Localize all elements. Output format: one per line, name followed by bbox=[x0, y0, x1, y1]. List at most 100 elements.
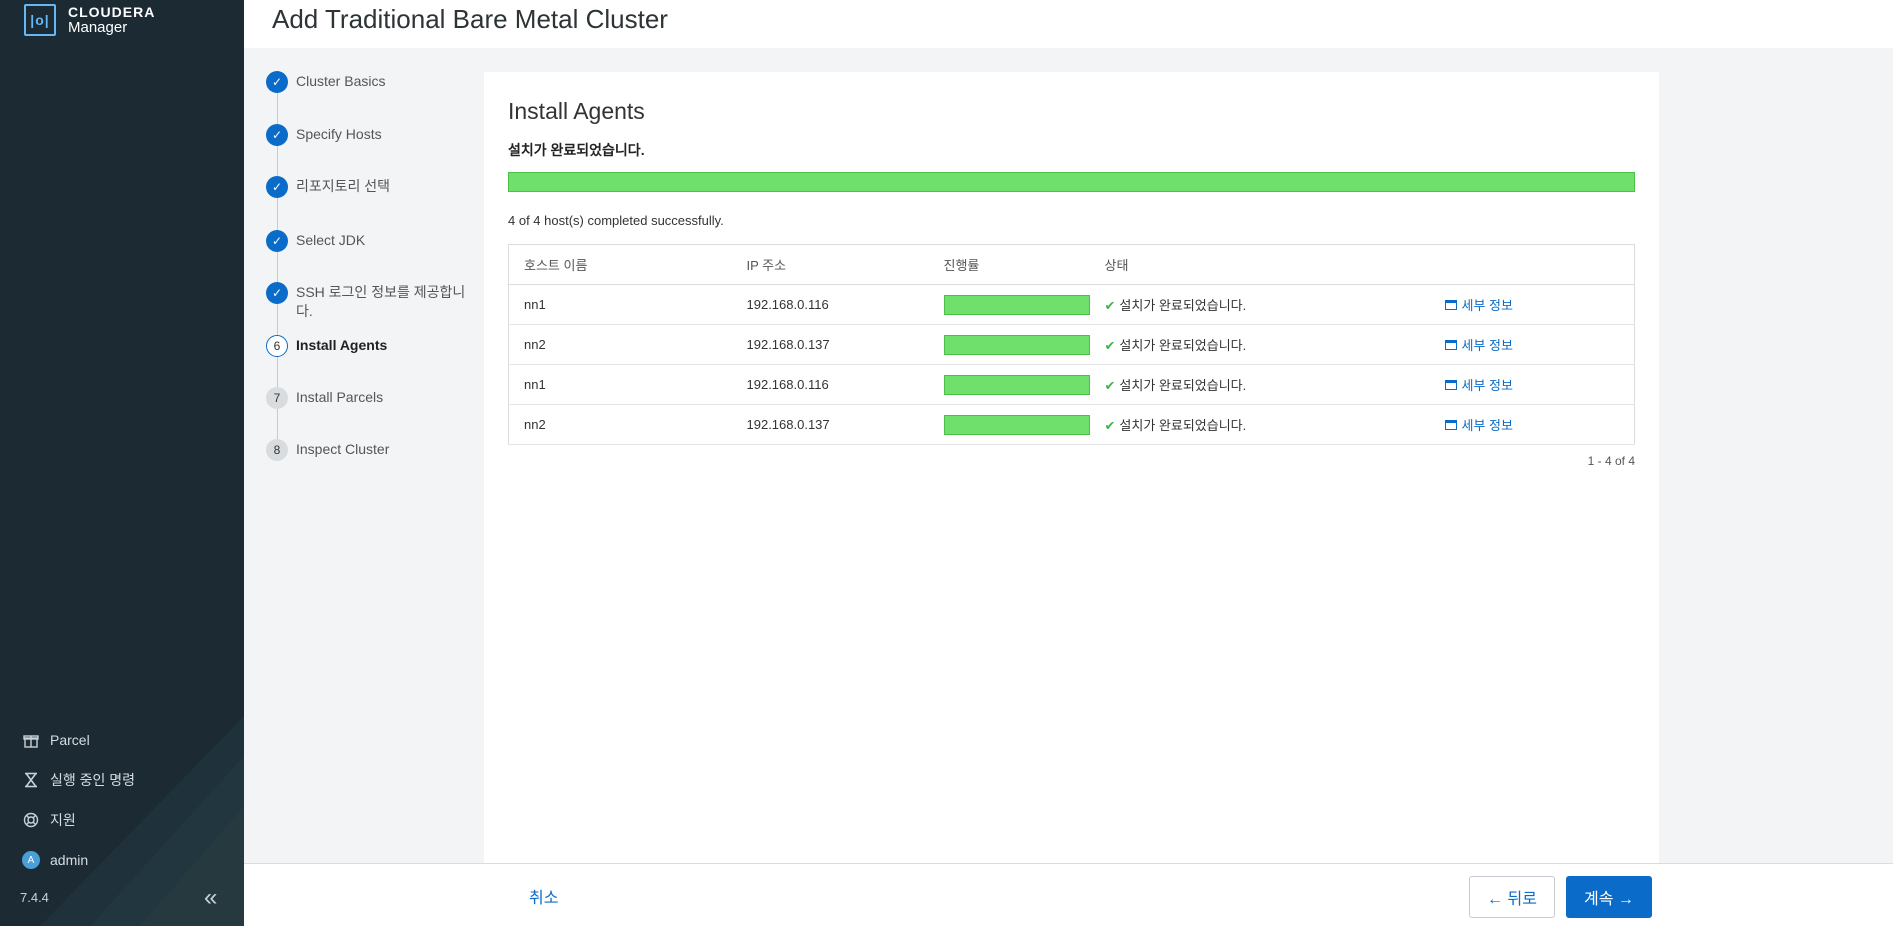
sidebar-item-admin[interactable]: A admin bbox=[0, 840, 244, 880]
details-label: 세부 정보 bbox=[1461, 338, 1513, 353]
row-progress-bar bbox=[943, 334, 1090, 355]
sidebar-item-label: 지원 bbox=[50, 812, 76, 828]
column-header bbox=[1429, 244, 1635, 285]
status-text: 설치가 완료되었습니다. bbox=[1119, 298, 1247, 313]
step-number: 6 bbox=[266, 335, 288, 357]
row-progress-bar bbox=[943, 414, 1090, 435]
host-status: ✔ 설치가 완료되었습니다. bbox=[1089, 284, 1430, 325]
step-repository[interactable]: ✓ 리포지토리 선택 bbox=[266, 176, 390, 198]
host-progress bbox=[928, 404, 1090, 445]
version-label: 7.4.4 bbox=[20, 890, 49, 905]
status-text: 설치가 완료되었습니다. bbox=[1119, 378, 1247, 393]
column-header[interactable]: IP 주소 bbox=[731, 244, 929, 285]
step-label: Select JDK bbox=[296, 232, 366, 248]
completion-summary: 4 of 4 host(s) completed successfully. bbox=[508, 213, 724, 228]
lifebuoy-icon bbox=[22, 811, 40, 829]
step-label: Inspect Cluster bbox=[296, 441, 390, 457]
wizard-footer: 취소 ← 뒤로 계속 → bbox=[244, 863, 1893, 926]
host-name: nn2 bbox=[508, 324, 732, 365]
cloudera-logo[interactable]: |o| CLOUDERA Manager bbox=[24, 4, 155, 36]
host-progress bbox=[928, 364, 1090, 405]
check-icon: ✓ bbox=[266, 230, 288, 252]
overall-progress-bar bbox=[508, 172, 1635, 192]
detail-cell: 세부 정보 bbox=[1429, 324, 1635, 365]
pagination-summary: 1 - 4 of 4 bbox=[1587, 454, 1635, 468]
check-icon: ✔ bbox=[1104, 378, 1116, 393]
details-link[interactable]: 세부 정보 bbox=[1444, 375, 1513, 394]
back-button[interactable]: ← 뒤로 bbox=[1469, 876, 1555, 918]
step-label: Install Agents bbox=[296, 337, 388, 353]
table-header-row: 호스트 이름 IP 주소 진행률 상태 bbox=[508, 244, 1635, 285]
host-name: nn1 bbox=[508, 364, 732, 405]
details-link[interactable]: 세부 정보 bbox=[1444, 335, 1513, 354]
host-ip: 192.168.0.116 bbox=[731, 364, 929, 405]
host-status: ✔ 설치가 완료되었습니다. bbox=[1089, 404, 1430, 445]
details-label: 세부 정보 bbox=[1461, 298, 1513, 313]
logo-mark-icon: |o| bbox=[24, 4, 56, 36]
window-icon bbox=[1444, 379, 1457, 390]
step-number: 8 bbox=[266, 439, 288, 461]
table-row: nn1 192.168.0.116 ✔ 설치가 완료되었습니다. 세부 정보 bbox=[508, 364, 1635, 405]
details-label: 세부 정보 bbox=[1461, 378, 1513, 393]
host-progress bbox=[928, 324, 1090, 365]
table-row: nn1 192.168.0.116 ✔ 설치가 완료되었습니다. 세부 정보 bbox=[508, 284, 1635, 325]
host-ip: 192.168.0.116 bbox=[731, 284, 929, 325]
sidebar-item-running-commands[interactable]: 실행 중인 명령 bbox=[0, 760, 244, 800]
check-icon: ✔ bbox=[1104, 338, 1116, 353]
host-name: nn2 bbox=[508, 404, 732, 445]
step-ssh-login[interactable]: ✓ SSH 로그인 정보를 제공합니다. bbox=[266, 282, 476, 321]
page-title: Add Traditional Bare Metal Cluster bbox=[272, 4, 668, 34]
app-root: |o| CLOUDERA Manager Parcel 실행 중인 명령 지원 … bbox=[0, 0, 1893, 926]
sidebar: |o| CLOUDERA Manager Parcel 실행 중인 명령 지원 … bbox=[0, 0, 244, 926]
status-text: 설치가 완료되었습니다. bbox=[1119, 338, 1247, 353]
status-text: 설치가 완료되었습니다. bbox=[1119, 418, 1247, 433]
step-label: Cluster Basics bbox=[296, 73, 386, 89]
step-label: 리포지토리 선택 bbox=[296, 178, 391, 194]
check-icon: ✔ bbox=[1104, 298, 1116, 313]
sidebar-item-label: Parcel bbox=[50, 732, 90, 748]
step-cluster-basics[interactable]: ✓ Cluster Basics bbox=[266, 71, 385, 93]
logo-text: CLOUDERA Manager bbox=[68, 4, 155, 36]
step-specify-hosts[interactable]: ✓ Specify Hosts bbox=[266, 124, 382, 146]
window-icon bbox=[1444, 299, 1457, 310]
check-icon: ✓ bbox=[266, 176, 288, 198]
table-row: nn2 192.168.0.137 ✔ 설치가 완료되었습니다. 세부 정보 bbox=[508, 324, 1635, 365]
logo-brand: CLOUDERA bbox=[68, 4, 156, 20]
details-link[interactable]: 세부 정보 bbox=[1444, 415, 1513, 434]
step-inspect-cluster: 8 Inspect Cluster bbox=[266, 439, 389, 461]
logo-product: Manager bbox=[68, 19, 128, 36]
cancel-link[interactable]: 취소 bbox=[529, 884, 558, 908]
check-icon: ✓ bbox=[266, 282, 288, 304]
collapse-sidebar-icon[interactable]: « bbox=[204, 884, 217, 912]
column-header[interactable]: 진행률 bbox=[928, 244, 1090, 285]
table-row: nn2 192.168.0.137 ✔ 설치가 완료되었습니다. 세부 정보 bbox=[508, 404, 1635, 445]
check-icon: ✓ bbox=[266, 71, 288, 93]
step-install-parcels: 7 Install Parcels bbox=[266, 387, 383, 409]
continue-button[interactable]: 계속 → bbox=[1566, 876, 1652, 918]
install-status: 설치가 완료되었습니다. bbox=[508, 142, 645, 158]
sidebar-item-support[interactable]: 지원 bbox=[0, 800, 244, 840]
step-number: 7 bbox=[266, 387, 288, 409]
host-name: nn1 bbox=[508, 284, 732, 325]
step-label: Specify Hosts bbox=[296, 126, 382, 142]
host-status: ✔ 설치가 완료되었습니다. bbox=[1089, 364, 1430, 405]
column-header[interactable]: 호스트 이름 bbox=[508, 244, 732, 285]
step-label: Install Parcels bbox=[296, 389, 384, 405]
page-header: Add Traditional Bare Metal Cluster bbox=[244, 0, 1893, 48]
host-ip: 192.168.0.137 bbox=[731, 324, 929, 365]
section-title: Install Agents bbox=[508, 98, 645, 124]
check-icon: ✔ bbox=[1104, 418, 1116, 433]
install-agents-panel: Install Agents 설치가 완료되었습니다. 4 of 4 host(… bbox=[484, 72, 1659, 863]
sidebar-item-parcel[interactable]: Parcel bbox=[0, 720, 244, 760]
step-select-jdk[interactable]: ✓ Select JDK bbox=[266, 230, 365, 252]
details-link[interactable]: 세부 정보 bbox=[1444, 295, 1513, 314]
overall-progress-fill bbox=[508, 172, 1635, 192]
host-status: ✔ 설치가 완료되었습니다. bbox=[1089, 324, 1430, 365]
host-progress bbox=[928, 284, 1090, 325]
step-label: SSH 로그인 정보를 제공합니다. bbox=[296, 284, 466, 319]
column-header[interactable]: 상태 bbox=[1089, 244, 1430, 285]
row-progress-bar bbox=[943, 294, 1090, 315]
step-install-agents[interactable]: 6 Install Agents bbox=[266, 335, 387, 357]
detail-cell: 세부 정보 bbox=[1429, 364, 1635, 405]
detail-cell: 세부 정보 bbox=[1429, 404, 1635, 445]
